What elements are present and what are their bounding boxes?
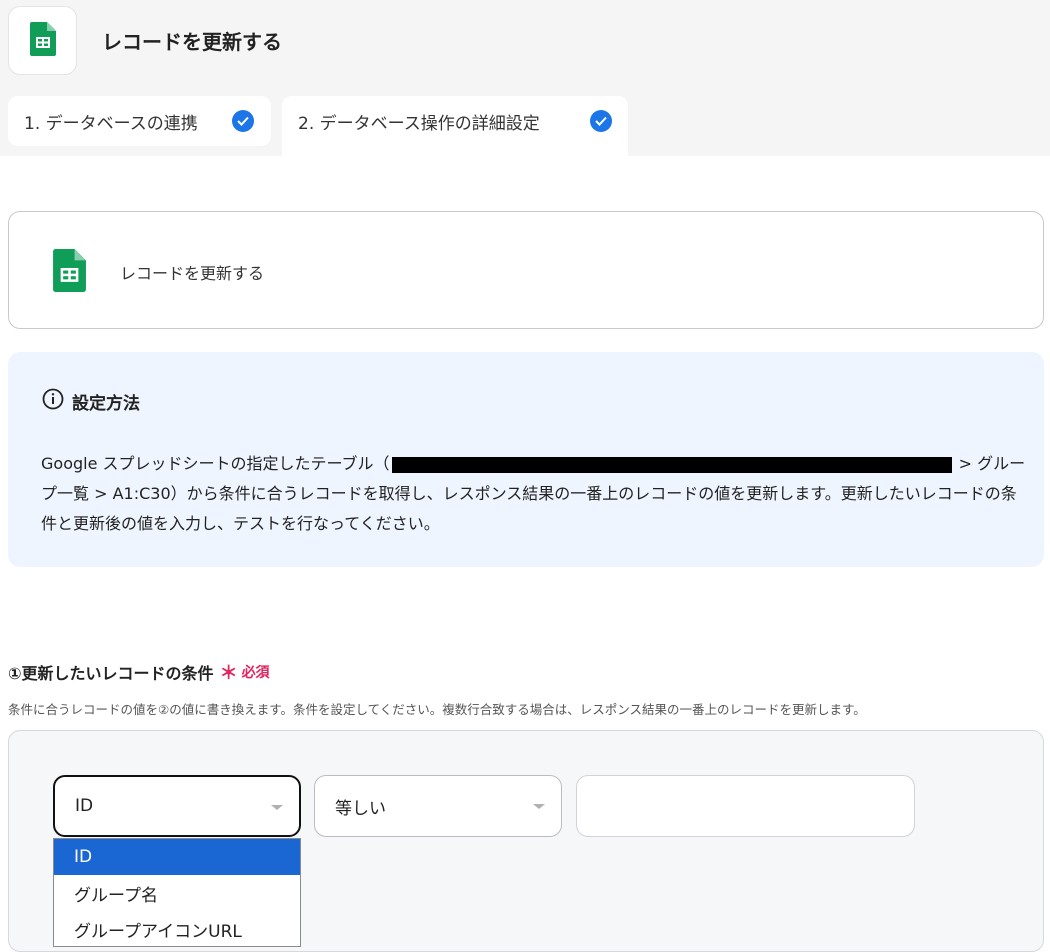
operator-select-value: 等しい bbox=[335, 798, 386, 819]
page-title: レコードを更新する bbox=[102, 30, 282, 54]
tab-label: 2. データベース操作の詳細設定 bbox=[298, 113, 540, 134]
condition-value-input[interactable] bbox=[576, 775, 915, 837]
required-label: 必須 bbox=[241, 665, 270, 681]
dropdown-option[interactable]: グループ名 bbox=[54, 875, 300, 911]
app-icon-box bbox=[8, 6, 77, 75]
google-sheets-icon bbox=[29, 21, 56, 60]
chevron-down-icon bbox=[271, 805, 283, 810]
tab-database-operation-settings[interactable]: 2. データベース操作の詳細設定 bbox=[282, 96, 628, 156]
condition-title: ①更新したいレコードの条件 ＊ 必須 bbox=[8, 659, 270, 685]
google-sheets-icon bbox=[53, 249, 86, 296]
tab-label: 1. データベースの連携 bbox=[24, 113, 198, 134]
action-card[interactable]: レコードを更新する bbox=[8, 211, 1044, 329]
check-icon bbox=[232, 110, 254, 132]
check-icon bbox=[590, 110, 612, 132]
field-dropdown-list: ID グループ名 グループアイコンURL bbox=[53, 838, 301, 947]
info-panel: 設定方法 Google スプレッドシートの指定したテーブル（ > グループ一覧 … bbox=[8, 352, 1044, 567]
info-text: Google スプレッドシートの指定したテーブル（ > グループ一覧 > A1:… bbox=[41, 454, 1026, 533]
info-title: 設定方法 bbox=[42, 388, 140, 415]
info-icon bbox=[42, 388, 64, 415]
required-asterisk: ＊ bbox=[219, 663, 238, 684]
chevron-down-icon bbox=[533, 804, 545, 809]
field-select-value: ID bbox=[75, 796, 94, 816]
field-select[interactable]: ID bbox=[53, 775, 301, 837]
action-label: レコードを更新する bbox=[120, 264, 265, 283]
condition-description: 条件に合うレコードの値を②の値に書き換えます。条件を設定してください。複数行合致… bbox=[8, 702, 866, 717]
tab-database-connection[interactable]: 1. データベースの連携 bbox=[8, 96, 271, 146]
operator-select[interactable]: 等しい bbox=[314, 775, 562, 837]
info-title-text: 設定方法 bbox=[72, 394, 140, 414]
redacted-text bbox=[391, 456, 952, 473]
dropdown-option[interactable]: ID bbox=[54, 839, 300, 875]
dropdown-option[interactable]: グループアイコンURL bbox=[54, 911, 300, 947]
